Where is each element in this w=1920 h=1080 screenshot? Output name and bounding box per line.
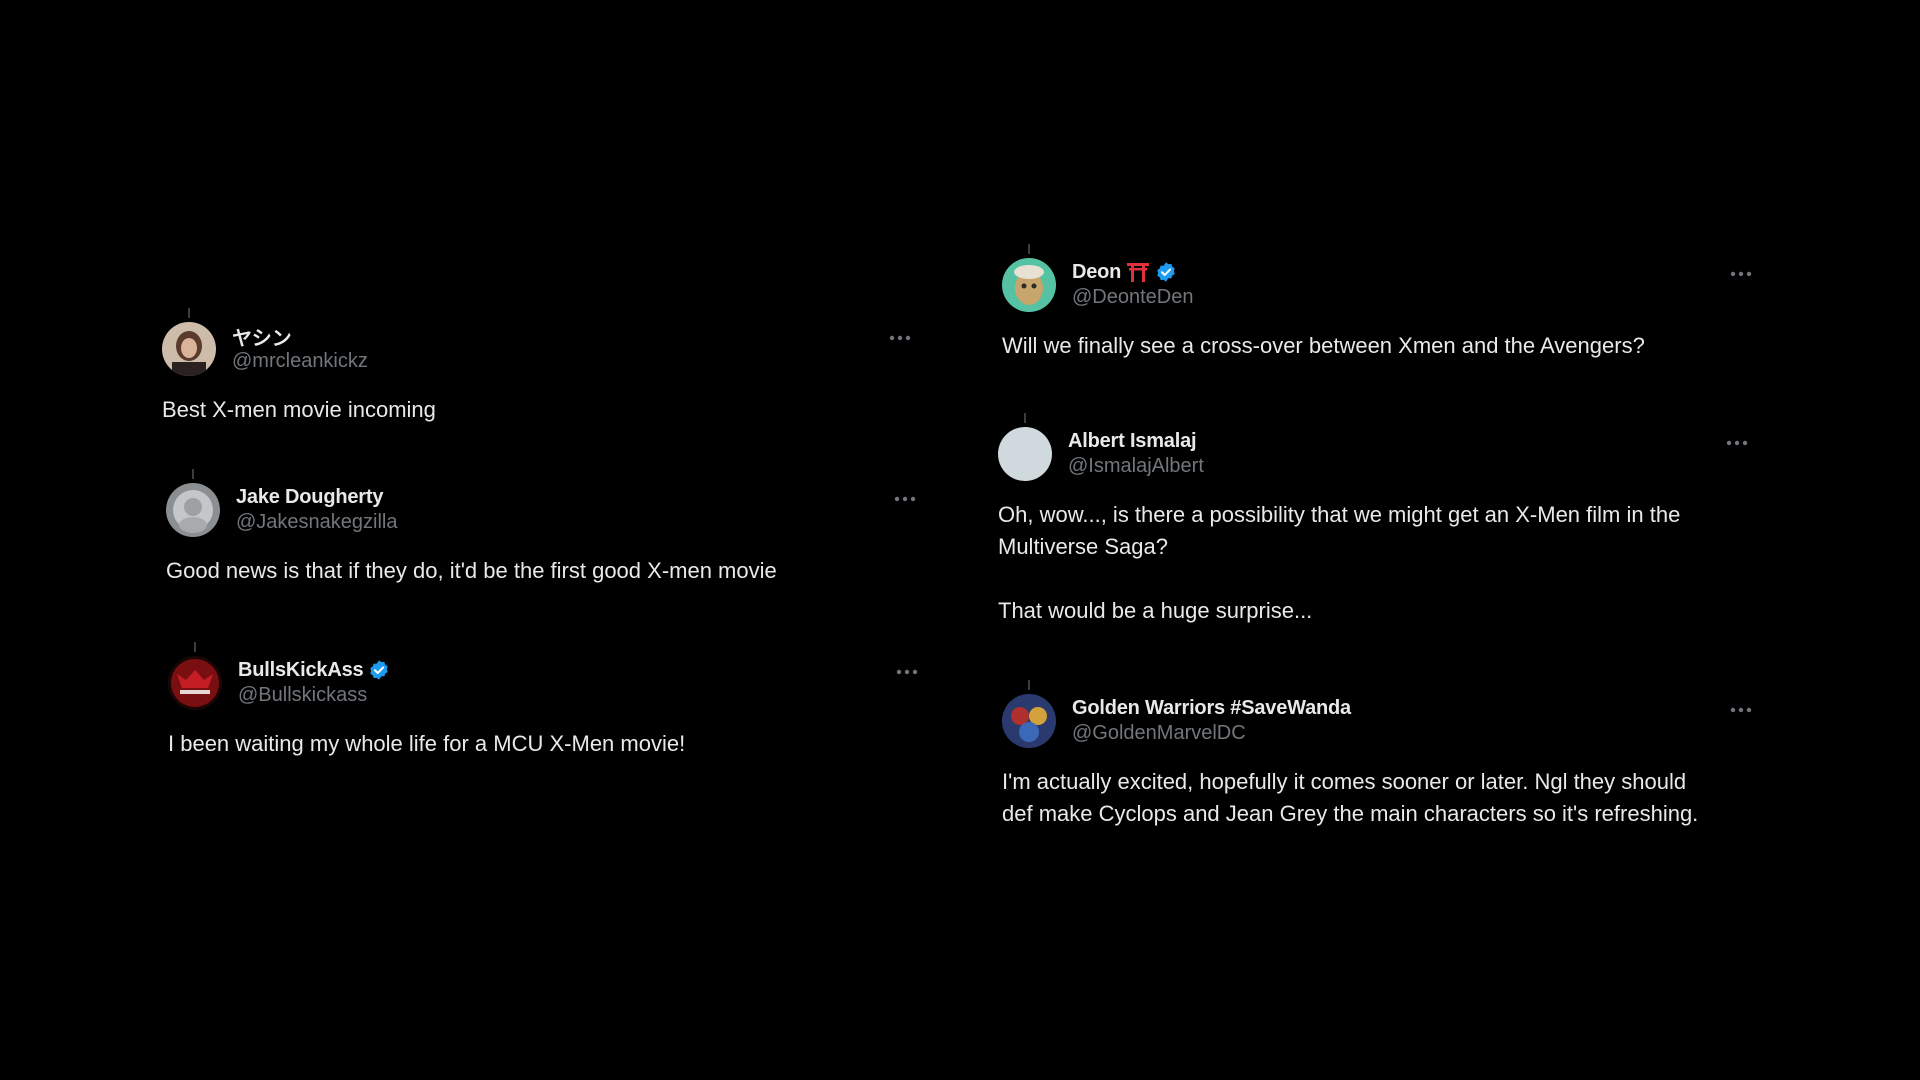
avatar-image (168, 656, 222, 710)
tweet-text: Will we finally see a cross-over between… (1002, 333, 1645, 358)
thread-connector (192, 469, 194, 479)
avatar[interactable] (1002, 258, 1056, 312)
name-row: Albert Ismalaj (1068, 429, 1197, 453)
more-options-button[interactable] (1722, 433, 1752, 453)
more-horizontal-icon (1726, 440, 1748, 446)
tweet-text-line: Oh, wow..., is there a possibility that … (998, 502, 1681, 527)
avatar-image (1002, 694, 1056, 748)
avatar-image (166, 483, 220, 537)
thread-connector (1028, 680, 1030, 690)
tweet-text-line: def make Cyclops and Jean Grey the main … (1002, 801, 1699, 826)
thread-connector (1028, 244, 1030, 254)
more-options-button[interactable] (892, 662, 922, 682)
name-row: Golden Warriors #SaveWanda (1072, 696, 1351, 720)
more-horizontal-icon (894, 496, 916, 502)
more-horizontal-icon (1730, 707, 1752, 713)
avatar-image (162, 322, 216, 376)
torii-gate-emoji-icon (1126, 261, 1150, 283)
display-name[interactable]: ヤシン (232, 322, 292, 351)
more-options-button[interactable] (885, 328, 915, 348)
avatar[interactable] (168, 656, 222, 710)
more-options-button[interactable] (890, 489, 920, 509)
user-handle[interactable]: @Bullskickass (238, 684, 367, 707)
tweet-text: I been waiting my whole life for a MCU X… (168, 731, 686, 756)
thread-connector (188, 308, 190, 318)
verified-badge-icon (1155, 261, 1177, 283)
thread-connector (1024, 413, 1026, 423)
user-handle[interactable]: @IsmalajAlbert (1068, 455, 1204, 478)
tweet-text-line: Multiverse Saga? (998, 534, 1168, 559)
name-row: ヤシン (232, 322, 292, 351)
verified-badge-icon (368, 659, 390, 681)
more-horizontal-icon (889, 335, 911, 341)
default-avatar-image (998, 427, 1052, 481)
thread-connector (194, 642, 196, 652)
more-horizontal-icon (896, 669, 918, 675)
name-row: Deon (1072, 260, 1177, 284)
avatar[interactable] (998, 427, 1052, 481)
tweet-text: Best X-men movie incoming (162, 397, 436, 422)
avatar[interactable] (162, 322, 216, 376)
more-horizontal-icon (1730, 271, 1752, 277)
user-handle[interactable]: @mrcleankickz (232, 350, 368, 373)
display-name[interactable]: Golden Warriors #SaveWanda (1072, 697, 1351, 720)
display-name[interactable]: BullsKickAss (238, 659, 364, 682)
tweet-text: Good news is that if they do, it'd be th… (166, 558, 777, 583)
user-handle[interactable]: @DeonteDen (1072, 286, 1193, 309)
name-row: Jake Dougherty (236, 485, 383, 509)
more-options-button[interactable] (1726, 700, 1756, 720)
display-name[interactable]: Jake Dougherty (236, 486, 383, 509)
display-name[interactable]: Deon (1072, 261, 1121, 284)
more-options-button[interactable] (1726, 264, 1756, 284)
avatar[interactable] (166, 483, 220, 537)
display-name[interactable]: Albert Ismalaj (1068, 430, 1197, 453)
tweet-text-line: That would be a huge surprise... (998, 598, 1313, 623)
user-handle[interactable]: @GoldenMarvelDC (1072, 722, 1246, 745)
name-row: BullsKickAss (238, 658, 390, 682)
avatar-image (1002, 258, 1056, 312)
tweet-text-line: I'm actually excited, hopefully it comes… (1002, 769, 1687, 794)
user-handle[interactable]: @Jakesnakegzilla (236, 511, 398, 534)
avatar[interactable] (1002, 694, 1056, 748)
